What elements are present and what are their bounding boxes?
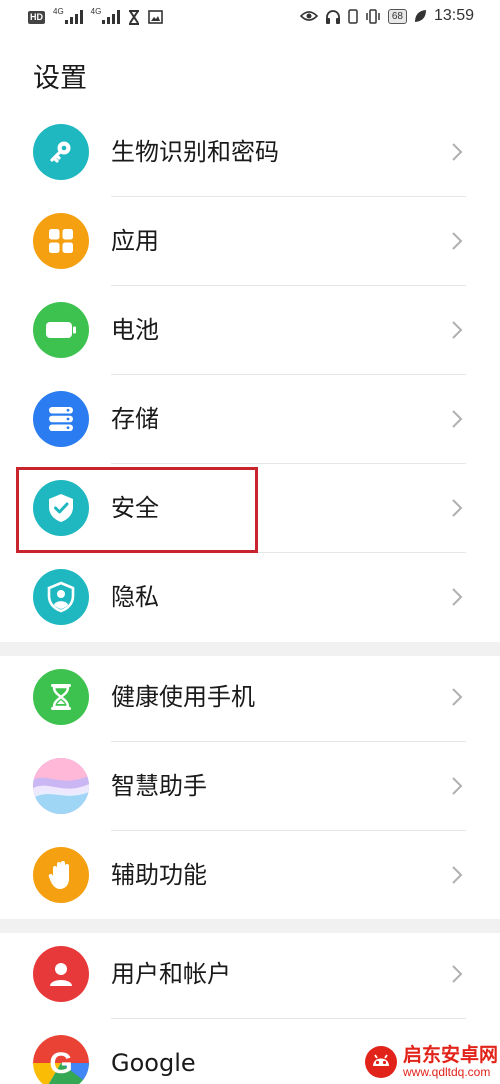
chevron-right-icon — [452, 866, 463, 884]
hd-volte-icon: HD — [28, 8, 45, 26]
chevron-right-icon — [452, 410, 463, 428]
settings-item-label: 用户和帐户 — [111, 960, 231, 988]
watermark: 启东安卓网 www.qdltdq.com — [363, 1044, 498, 1080]
settings-item-accessibility[interactable]: 辅助功能 — [0, 831, 500, 920]
chevron-right-icon — [452, 499, 463, 517]
settings-item-security[interactable]: 安全 — [0, 464, 500, 553]
apps-grid-icon — [33, 213, 89, 269]
settings-item-biometrics-password[interactable]: 生物识别和密码 — [0, 108, 500, 197]
settings-item-storage[interactable]: 存储 — [0, 375, 500, 464]
battery-level: 68 — [387, 8, 407, 24]
hand-icon — [33, 847, 89, 903]
settings-item-label: 安全 — [111, 494, 159, 522]
settings-item-label: 应用 — [111, 227, 159, 255]
settings-item-digital-balance[interactable]: 健康使用手机 — [0, 653, 500, 742]
headphones-icon — [325, 7, 341, 25]
phone-status-icon — [348, 7, 358, 25]
vibrate-icon — [365, 7, 381, 25]
google-icon: G — [33, 1035, 89, 1084]
signal-icon-sim2: 4G — [91, 8, 121, 26]
settings-item-users-accounts[interactable]: 用户和帐户 — [0, 930, 500, 1019]
status-right: 68 13:59 — [299, 7, 474, 25]
settings-group-2: 健康使用手机 智慧助手 辅助功能 — [0, 653, 500, 920]
chevron-right-icon — [452, 321, 463, 339]
status-bar: HD 4G 4G 68 13:59 — [0, 0, 500, 36]
eye-icon — [299, 7, 318, 25]
signal-icon-sim1: 4G — [53, 8, 83, 26]
settings-item-label: 隐私 — [111, 583, 159, 611]
privacy-shield-icon — [33, 569, 89, 625]
page-title: 设置 — [33, 63, 87, 94]
chevron-right-icon — [452, 143, 463, 161]
status-left: HD 4G 4G — [28, 8, 164, 26]
key-icon — [33, 124, 89, 180]
hourglass-icon — [33, 669, 89, 725]
chevron-right-icon — [452, 965, 463, 983]
chevron-right-icon — [452, 232, 463, 250]
settings-item-label: Google — [111, 1049, 196, 1077]
watermark-text: 启东安卓网 www.qdltdq.com — [402, 1043, 498, 1079]
hourglass-status-icon — [128, 8, 140, 26]
settings-item-label: 电池 — [111, 316, 159, 344]
battery-icon — [33, 302, 89, 358]
chevron-right-icon — [452, 688, 463, 706]
hd-badge: HD — [28, 10, 45, 24]
image-status-icon — [148, 8, 164, 26]
shield-check-icon — [33, 480, 89, 536]
svg-text:G: G — [49, 1047, 72, 1080]
leaf-icon — [414, 7, 427, 25]
watermark-title: 启东安卓网 — [402, 1043, 498, 1066]
user-icon — [33, 946, 89, 1002]
settings-item-label: 存储 — [111, 405, 159, 433]
watermark-logo-icon — [364, 1046, 397, 1078]
settings-group-1: 生物识别和密码 应用 电池 存储 安全 隐私 — [0, 108, 500, 642]
settings-item-label: 智慧助手 — [111, 772, 207, 800]
settings-item-smart-assistant[interactable]: 智慧助手 — [0, 742, 500, 831]
settings-item-battery[interactable]: 电池 — [0, 286, 500, 375]
settings-item-label: 辅助功能 — [111, 861, 207, 889]
settings-item-label: 健康使用手机 — [111, 683, 255, 711]
storage-icon — [33, 391, 89, 447]
settings-item-label: 生物识别和密码 — [111, 138, 279, 166]
settings-item-apps[interactable]: 应用 — [0, 197, 500, 286]
watermark-url: www.qdltdq.com — [402, 1064, 491, 1079]
settings-item-privacy[interactable]: 隐私 — [0, 553, 500, 642]
assistant-icon — [33, 758, 89, 814]
signal-tag-1: 4G — [53, 7, 64, 16]
chevron-right-icon — [452, 588, 463, 606]
signal-tag-2: 4G — [90, 7, 102, 16]
chevron-right-icon — [452, 777, 463, 795]
status-time: 13:59 — [433, 7, 474, 24]
battery-status-icon: 68 — [387, 7, 407, 25]
